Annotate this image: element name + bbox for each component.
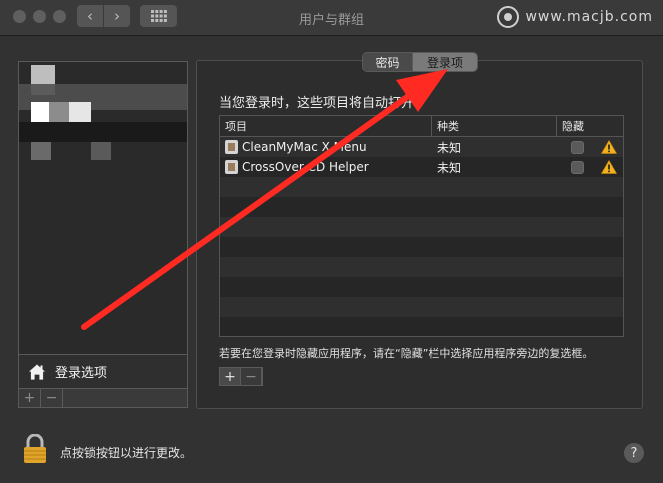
- help-button[interactable]: ?: [624, 443, 644, 463]
- add-user-button[interactable]: +: [19, 389, 41, 407]
- tab-login-items[interactable]: 登录项: [413, 53, 477, 71]
- warning-icon: [601, 160, 617, 174]
- minus-icon: −: [45, 390, 58, 406]
- empty-row: [220, 297, 623, 317]
- blurred-block: [31, 102, 49, 122]
- empty-row: [220, 317, 623, 336]
- plus-icon: +: [23, 390, 36, 406]
- empty-row: [220, 177, 623, 197]
- login-items-intro: 当您登录时，这些项目将自动打开：: [219, 96, 428, 111]
- blurred-block: [69, 102, 91, 122]
- plus-icon: +: [224, 368, 236, 385]
- table-row[interactable]: CrossOver CD Helper 未知: [220, 157, 623, 177]
- kind-cell: 未知: [437, 160, 462, 175]
- login-options-item[interactable]: 登录选项: [19, 354, 187, 388]
- blurred-block: [91, 142, 111, 160]
- watermark-logo-icon: [497, 6, 520, 28]
- empty-row: [220, 237, 623, 257]
- users-add-remove-bar: + −: [19, 388, 187, 407]
- empty-row: [220, 277, 623, 297]
- hide-checkbox[interactable]: [571, 140, 584, 154]
- app-icon: [225, 140, 238, 154]
- empty-row: [220, 197, 623, 217]
- login-items-add-remove: + −: [219, 367, 263, 386]
- tab-password[interactable]: 密码: [363, 53, 413, 71]
- warning-icon: [601, 140, 617, 154]
- house-icon: [27, 362, 47, 380]
- hide-cell: [557, 140, 623, 154]
- empty-row: [220, 217, 623, 237]
- login-items-table: 项目 种类 隐藏 CleanMyMac X Menu 未知 CrossOver …: [219, 115, 624, 337]
- remove-user-button[interactable]: −: [41, 389, 63, 407]
- app-icon: [225, 160, 238, 174]
- add-login-item-button[interactable]: +: [220, 368, 241, 385]
- lock-button[interactable]: [22, 433, 48, 467]
- item-name: CrossOver CD Helper: [242, 160, 369, 174]
- item-cell: CrossOver CD Helper: [220, 160, 432, 174]
- table-header: 项目 种类 隐藏: [220, 116, 623, 137]
- title-bar: ‹ › 用户与群组 www.macjb.com: [0, 0, 663, 36]
- item-cell: CleanMyMac X Menu: [220, 140, 432, 154]
- remove-login-item-button[interactable]: −: [241, 368, 262, 385]
- blurred-block: [31, 142, 51, 160]
- user-list[interactable]: [19, 62, 187, 354]
- watermark: www.macjb.com: [497, 6, 653, 28]
- watermark-text: www.macjb.com: [525, 9, 653, 25]
- tab-bar: 密码 登录项: [362, 52, 478, 72]
- kind-cell: 未知: [437, 140, 462, 155]
- question-mark-icon: ?: [630, 445, 638, 461]
- login-items-panel: 当您登录时，这些项目将自动打开： 项目 种类 隐藏 CleanMyMac X M…: [196, 60, 643, 409]
- lock-hint-text: 点按锁按钮以进行更改。: [60, 446, 193, 460]
- blurred-user-row: [19, 122, 187, 142]
- empty-row: [220, 257, 623, 277]
- item-name: CleanMyMac X Menu: [242, 140, 367, 154]
- table-row[interactable]: CleanMyMac X Menu 未知: [220, 137, 623, 157]
- minus-icon: −: [245, 368, 257, 385]
- lock-icon: [24, 433, 46, 463]
- blurred-block: [49, 102, 69, 122]
- users-panel: 登录选项 + −: [18, 61, 188, 408]
- hide-help-text: 若要在您登录时隐藏应用程序，请在“隐藏”栏中选择应用程序旁边的复选框。: [219, 347, 594, 360]
- column-header-kind[interactable]: 种类: [432, 116, 557, 136]
- hide-checkbox[interactable]: [571, 160, 584, 174]
- hide-cell: [557, 160, 623, 174]
- column-header-hide[interactable]: 隐藏: [557, 116, 623, 136]
- login-options-label: 登录选项: [55, 366, 108, 381]
- column-header-item[interactable]: 项目: [220, 116, 432, 136]
